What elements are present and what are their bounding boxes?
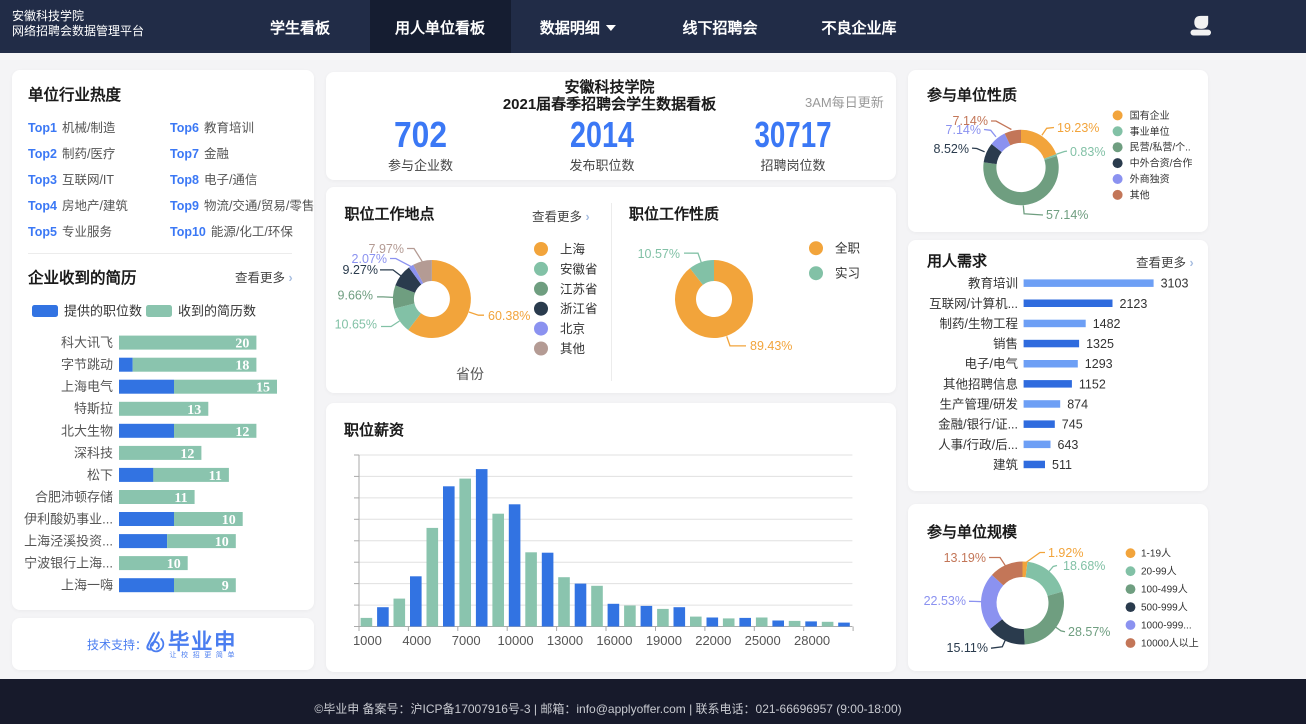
svg-text:500-999人: 500-999人	[1141, 602, 1188, 614]
svg-text:1-19人: 1-19人	[1141, 548, 1171, 560]
svg-text:北大生物: 北大生物	[61, 423, 113, 438]
svg-text:合肥沛顿存储: 合肥沛顿存储	[35, 490, 113, 505]
svg-text:实习: 实习	[835, 266, 860, 281]
svg-text:20-99人: 20-99人	[1141, 566, 1177, 578]
svg-text:宁波银行上海...: 宁波银行上海...	[24, 556, 113, 571]
svg-text:电子/电气: 电子/电气	[965, 356, 1019, 371]
svg-text:其他招聘信息: 其他招聘信息	[943, 376, 1018, 391]
svg-text:19.23%: 19.23%	[1057, 121, 1099, 135]
svg-text:1325: 1325	[1086, 337, 1114, 351]
svg-text:2014: 2014	[570, 114, 634, 155]
svg-text:教育培训: 教育培训	[968, 276, 1018, 291]
svg-text:57.14%: 57.14%	[1046, 208, 1088, 222]
svg-text:特斯拉: 特斯拉	[74, 401, 113, 416]
svg-text:30717: 30717	[755, 114, 832, 155]
svg-text:民营/私营/个..: 民营/私营/个..	[1130, 141, 1191, 154]
svg-text:收到的简历数: 收到的简历数	[178, 304, 256, 319]
svg-text:28000: 28000	[794, 633, 830, 648]
svg-text:北京: 北京	[560, 322, 585, 336]
svg-text:2123: 2123	[1120, 297, 1148, 311]
svg-text:22000: 22000	[695, 633, 731, 648]
svg-text:25000: 25000	[745, 633, 781, 648]
svg-text:10000: 10000	[498, 633, 534, 648]
svg-text:江苏省: 江苏省	[560, 281, 598, 296]
svg-text:浙江省: 浙江省	[560, 301, 598, 316]
svg-text:11: 11	[174, 491, 187, 506]
svg-text:18.68%: 18.68%	[1063, 559, 1105, 573]
svg-text:10: 10	[222, 513, 236, 528]
svg-text:其他: 其他	[560, 342, 586, 356]
svg-text:13.19%: 13.19%	[944, 551, 986, 565]
svg-text:3103: 3103	[1161, 277, 1189, 291]
svg-text:中外合资/合作: 中外合资/合作	[1130, 157, 1193, 170]
svg-text:10: 10	[167, 557, 181, 572]
svg-text:字节跳动: 字节跳动	[61, 357, 113, 372]
svg-text:其他: 其他	[1130, 188, 1150, 201]
svg-text:643: 643	[1058, 438, 1079, 452]
svg-text:10.65%: 10.65%	[335, 318, 377, 332]
svg-text:全职: 全职	[835, 241, 860, 256]
svg-text:16000: 16000	[596, 633, 632, 648]
svg-text:874: 874	[1067, 398, 1088, 412]
svg-text:20: 20	[235, 337, 249, 352]
svg-text:金融/银行/证...: 金融/银行/证...	[938, 417, 1018, 432]
svg-text:1152: 1152	[1079, 377, 1106, 391]
svg-text:15.11%: 15.11%	[947, 641, 988, 655]
svg-text:7000: 7000	[452, 633, 481, 648]
svg-text:13000: 13000	[547, 633, 583, 648]
svg-text:511: 511	[1052, 458, 1072, 472]
svg-text:18: 18	[235, 359, 249, 374]
svg-text:事业单位: 事业单位	[1130, 125, 1170, 138]
svg-text:上海泾溪投资...: 上海泾溪投资...	[24, 534, 113, 549]
svg-text:7.97%: 7.97%	[369, 242, 404, 256]
svg-text:12: 12	[235, 425, 249, 440]
svg-text:100-499人: 100-499人	[1141, 584, 1188, 596]
svg-text:深科技: 深科技	[74, 445, 113, 460]
svg-text:互联网/计算机...: 互联网/计算机...	[929, 296, 1018, 311]
svg-text:8.52%: 8.52%	[934, 142, 969, 156]
svg-text:上海: 上海	[560, 242, 586, 257]
svg-text:1482: 1482	[1093, 317, 1121, 331]
svg-text:销售: 销售	[993, 336, 1018, 351]
svg-text:60.38%: 60.38%	[488, 309, 530, 323]
svg-text:安徽省: 安徽省	[560, 261, 598, 276]
svg-text:0.83%: 0.83%	[1070, 145, 1105, 159]
svg-text:生产管理/研发: 生产管理/研发	[940, 397, 1019, 412]
svg-text:15: 15	[256, 381, 270, 396]
svg-text:13: 13	[187, 403, 201, 418]
svg-text:745: 745	[1062, 418, 1083, 432]
svg-text:外商独资: 外商独资	[1130, 173, 1170, 186]
svg-text:7.14%: 7.14%	[953, 114, 988, 128]
svg-text:22.53%: 22.53%	[924, 594, 966, 608]
svg-text:1000: 1000	[353, 633, 382, 648]
svg-text:制药/生物工程: 制药/生物工程	[940, 316, 1019, 331]
svg-text:11: 11	[209, 469, 222, 484]
svg-text:12: 12	[180, 447, 194, 462]
svg-text:28.57%: 28.57%	[1068, 625, 1110, 639]
svg-text:1000-999...: 1000-999...	[1141, 621, 1192, 632]
svg-text:上海一嗨: 上海一嗨	[61, 578, 113, 593]
svg-text:10.57%: 10.57%	[638, 247, 680, 261]
svg-text:9: 9	[222, 579, 229, 594]
svg-text:提供的职位数: 提供的职位数	[64, 304, 142, 319]
svg-text:89.43%: 89.43%	[750, 339, 792, 353]
svg-text:19000: 19000	[646, 633, 682, 648]
svg-text:松下: 松下	[87, 467, 113, 482]
svg-text:1.92%: 1.92%	[1048, 546, 1083, 560]
svg-text:702: 702	[394, 114, 447, 155]
svg-text:科大讯飞: 科大讯飞	[61, 335, 113, 350]
svg-text:上海电气: 上海电气	[61, 379, 113, 394]
svg-text:10: 10	[215, 535, 229, 550]
svg-text:9.66%: 9.66%	[338, 289, 373, 303]
svg-text:4000: 4000	[402, 633, 431, 648]
svg-text:1293: 1293	[1085, 357, 1113, 371]
svg-text:伊利酸奶事业...: 伊利酸奶事业...	[24, 512, 113, 527]
svg-text:省份: 省份	[456, 366, 484, 382]
svg-text:建筑: 建筑	[993, 457, 1019, 472]
svg-text:人事/行政/后...: 人事/行政/后...	[938, 438, 1018, 452]
svg-text:10000人以上: 10000人以上	[1141, 638, 1199, 650]
svg-text:国有企业: 国有企业	[1130, 109, 1170, 122]
